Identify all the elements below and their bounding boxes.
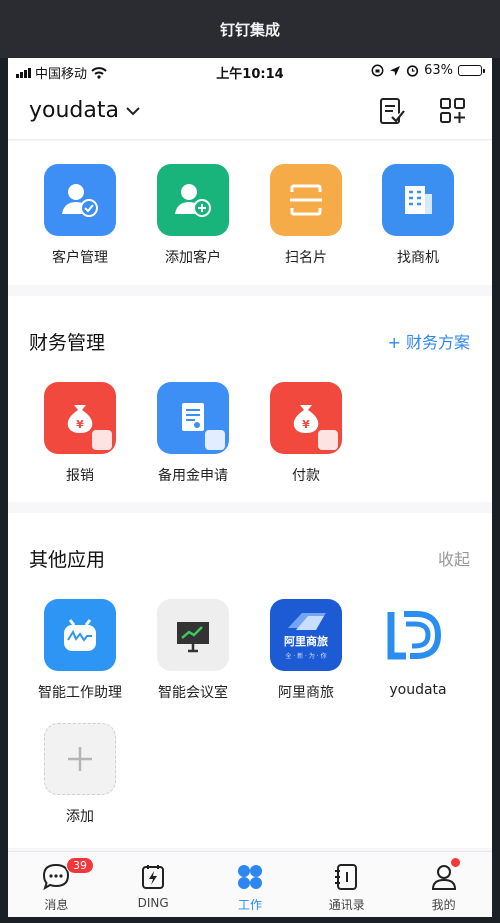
tab-label: 通讯录 <box>328 898 365 912</box>
org-name: youdata <box>29 98 119 123</box>
bottom-tab-bar: 39 消息 DING 工作 通讯录 我的 <box>8 851 492 917</box>
status-bar: 中国移动 上午10:14 63% <box>8 58 492 84</box>
app-label: 客户管理 <box>52 250 108 266</box>
app-label: 添加客户 <box>165 250 221 266</box>
app-reserve-fund[interactable]: 备用金申请 <box>138 382 248 485</box>
youdata-logo-icon <box>382 599 454 671</box>
app-reimbursement[interactable]: ¥ 报销 <box>25 382 135 485</box>
add-customer-icon <box>157 164 229 236</box>
contacts-book-icon <box>334 864 357 890</box>
window-title: 钉钉集成 <box>219 20 280 39</box>
battery-icon <box>458 65 485 76</box>
section-title: 财务管理 <box>29 332 106 354</box>
app-add[interactable]: 添加 <box>25 723 135 826</box>
app-add-customer[interactable]: 添加客户 <box>138 164 248 267</box>
app-label: 阿里商旅 <box>278 685 334 701</box>
finance-plan-link[interactable]: + 财务方案 <box>388 329 471 353</box>
tab-contacts[interactable]: 通讯录 <box>298 852 395 917</box>
approval-list-icon[interactable] <box>377 96 407 126</box>
section-title: 其他应用 <box>29 549 106 571</box>
customer-management-icon <box>44 164 116 236</box>
ding-lightning-icon <box>142 865 165 889</box>
app-label: 备用金申请 <box>158 468 228 484</box>
tab-me[interactable]: 我的 <box>395 852 492 917</box>
scan-card-icon <box>270 164 342 236</box>
tab-label: DING <box>137 896 169 910</box>
app-label: 报销 <box>66 468 94 484</box>
location-icon <box>390 65 401 76</box>
app-find-opportunity[interactable]: 找商机 <box>363 164 473 267</box>
app-label: 付款 <box>292 468 320 484</box>
window-title-bar: 钉钉集成 <box>0 0 500 58</box>
tab-label: 我的 <box>431 898 456 912</box>
plus-icon <box>68 747 92 771</box>
app-ali-travel[interactable]: 阿里商旅 全 · 新 · 为 · 你 阿里商旅 <box>251 599 361 702</box>
money-bag-icon: ¥ <box>270 382 342 454</box>
app-label: 智能会议室 <box>158 685 228 701</box>
app-youdata[interactable]: youdata <box>363 599 473 698</box>
chevron-down-icon <box>126 106 140 115</box>
app-label: 扫名片 <box>285 250 327 266</box>
money-bag-icon: ¥ <box>44 382 116 454</box>
finance-section: 财务管理 + 财务方案 ¥ 报销 备用金申请 ¥ 付款 <box>8 296 492 502</box>
svg-text:¥: ¥ <box>76 418 84 431</box>
app-smart-meeting-room[interactable]: 智能会议室 <box>138 599 248 702</box>
tab-label: 消息 <box>44 898 69 912</box>
app-payment[interactable]: ¥ 付款 <box>251 382 361 485</box>
collapse-link[interactable]: 收起 <box>438 546 470 570</box>
tab-work[interactable]: 工作 <box>202 852 299 917</box>
work-grid-icon <box>237 865 262 889</box>
notification-dot <box>451 858 461 867</box>
app-customer-management[interactable]: 客户管理 <box>25 164 135 267</box>
other-apps-section: 其他应用 收起 智能工作助理 智能会议室 阿里商旅 全 · 新 · 为 · 你 … <box>8 513 492 848</box>
battery-percent: 63% <box>424 63 453 78</box>
svg-text:¥: ¥ <box>302 418 310 431</box>
add-app-grid-icon[interactable] <box>438 96 468 126</box>
app-header: youdata <box>8 84 492 140</box>
app-label: 智能工作助理 <box>38 685 122 701</box>
add-app-tile <box>44 723 116 795</box>
app-label: 找商机 <box>397 250 439 266</box>
screen-lock-icon <box>371 64 384 77</box>
unread-count-badge: 39 <box>66 857 94 874</box>
tab-messages[interactable]: 39 消息 <box>8 852 105 917</box>
find-opportunity-icon <box>382 164 454 236</box>
app-label: youdata <box>389 682 447 698</box>
tab-ding[interactable]: DING <box>105 852 202 917</box>
phone-screen: 中国移动 上午10:14 63% youdata 客户管理 添加客户 扫名片 找… <box>8 58 492 917</box>
document-icon <box>157 382 229 454</box>
robot-icon <box>44 599 116 671</box>
app-smart-assistant[interactable]: 智能工作助理 <box>25 599 135 702</box>
tab-label: 工作 <box>237 898 262 912</box>
app-scan-card[interactable]: 扫名片 <box>251 164 361 267</box>
alarm-icon <box>406 65 419 77</box>
presentation-board-icon <box>157 599 229 671</box>
ali-travel-logo-icon: 阿里商旅 全 · 新 · 为 · 你 <box>270 599 342 671</box>
ali-travel-logo-slogan: 全 · 新 · 为 · 你 <box>285 653 327 660</box>
app-label: 添加 <box>66 809 94 825</box>
crm-apps-section: 客户管理 添加客户 扫名片 找商机 <box>8 141 492 285</box>
org-switcher[interactable]: youdata <box>29 98 141 123</box>
ali-travel-logo-text: 阿里商旅 <box>284 635 328 648</box>
